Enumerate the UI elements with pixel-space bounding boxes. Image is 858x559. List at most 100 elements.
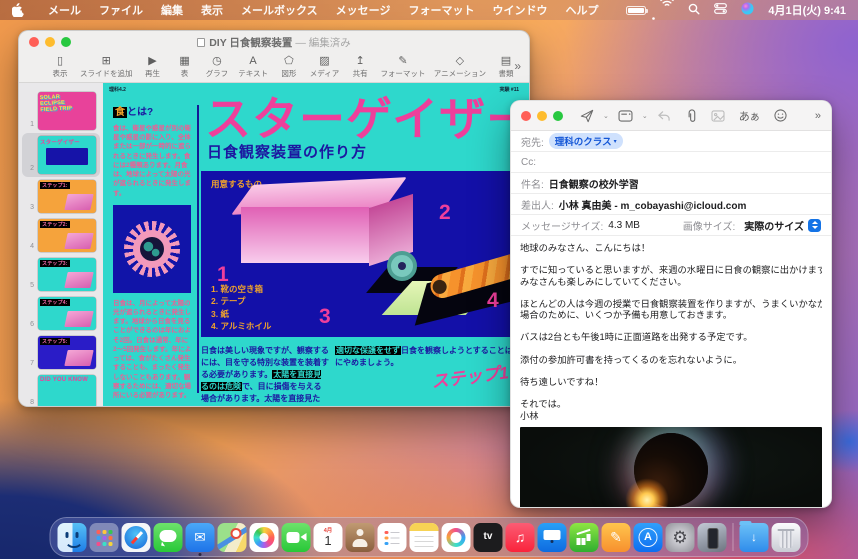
control-center-icon[interactable] [714,3,727,17]
dock-icon[interactable] [346,523,375,552]
image-size-value: 実際のサイズ [744,218,804,233]
send-button[interactable] [573,109,601,123]
toolbar-button[interactable]: ▨ メディア [306,55,343,79]
apple-menu[interactable] [12,3,25,17]
document-proxy-icon[interactable] [197,38,205,47]
toolbar-button[interactable]: ⊞ スライドを追加 [77,55,136,79]
toolbar-button[interactable]: A テキスト [234,55,272,79]
slide-thumbnail[interactable]: SOLAR ECLIPSE FIELD TRIP [38,92,96,130]
slide-thumbnail-row[interactable]: 3 ステップ1: [22,177,100,216]
slide-thumbnail-row[interactable]: 8 DID YOU KNOW [22,372,100,407]
dock-icon[interactable] [58,523,87,552]
attach-button[interactable] [678,109,704,123]
menu-item[interactable]: 編集 [152,2,192,18]
sun-illustration-panel[interactable] [113,205,191,293]
slide-thumbnail-row[interactable]: 5 ステップ3: [22,255,100,294]
dock-icon[interactable] [122,523,151,552]
message-body[interactable]: 地球のみなさん、こんにちは！すでに知っていると思いますが、来週の水曜日に日食の観… [511,236,831,422]
close-button[interactable] [521,111,531,121]
toolbar-button[interactable]: ↥ 共有 [345,55,375,79]
toolbar-button[interactable]: ⬠ 図形 [274,55,304,79]
dock-icon[interactable] [90,523,119,552]
menu-item[interactable]: フォーマット [399,2,483,18]
zoom-button[interactable] [553,111,563,121]
dock-icon[interactable] [250,523,279,552]
battery-icon[interactable] [626,6,646,15]
slide-thumbnail[interactable]: ステップ1: [38,180,96,213]
menu-item[interactable]: メールボックス [232,2,327,18]
toolbar-overflow-icon[interactable]: » [514,59,521,73]
siri-icon[interactable] [741,2,754,18]
dock-icon[interactable] [698,523,727,552]
slide-canvas[interactable]: 理科4.2 実験 #11 食とは? 食は、衛星や惑星が別の衛星や惑星の影に入り、… [103,83,529,407]
eclipse-definition-paragraph[interactable]: 食は、衛星や惑星が別の衛星や惑星の影に入り、全体または一部が一時的に遮られるとき… [113,124,193,198]
slide-title[interactable]: スターゲイザー [205,83,529,149]
dock-icon[interactable] [538,523,567,552]
dock-icon[interactable]: ✉ [186,523,215,552]
toolbar-button[interactable]: ✎ フォーマット [377,55,429,79]
slide-thumbnail[interactable]: ステップ2: [38,219,96,252]
menu-item[interactable]: ヘルプ [556,2,607,18]
dock-icon[interactable]: ⚙ [666,523,695,552]
dock-icon[interactable] [282,523,311,552]
slide-thumbnail[interactable]: ステップ4: [38,297,96,330]
slide-thumbnail-row[interactable]: 1 SOLAR ECLIPSE FIELD TRIP [22,89,100,133]
image-size-dropdown[interactable] [808,219,821,232]
dock-icon[interactable]: ✎ [602,523,631,552]
toolbar-button[interactable]: ◷ グラフ [202,55,233,79]
from-field-row[interactable]: 差出人: 小林 真由美 - m_cobayashi@icloud.com [511,194,831,215]
slide-thumbnail-row[interactable]: 2 スターゲイザー [22,133,100,177]
send-options-chevron[interactable]: ⌄ [601,112,611,120]
dock-icon[interactable] [570,523,599,552]
dock-icon[interactable] [218,523,247,552]
minimize-button[interactable] [537,111,547,121]
to-recipient-token[interactable]: 理科のクラス▾ [549,133,623,149]
slide-thumbnail[interactable]: DID YOU KNOW [38,375,96,407]
header-fields-chevron[interactable]: ⌄ [640,112,650,120]
format-button[interactable]: あぁ [732,108,767,124]
toolbar-more-icon[interactable]: » [815,110,821,122]
to-field-row[interactable]: 宛先: 理科のクラス▾ [511,131,831,152]
menu-item[interactable]: ウインドウ [483,2,556,18]
slide-thumbnail[interactable]: ステップ5: [38,336,96,369]
callout-number-4: 4 [487,289,499,313]
slide-thumbnail-row[interactable]: 7 ステップ5: [22,333,100,372]
cc-field-row[interactable]: Cc: [511,152,831,173]
materials-list-item: 4. アルミホイル [211,320,271,332]
dock-icon[interactable] [442,523,471,552]
emoji-button[interactable] [767,109,794,122]
menu-item[interactable]: メッセージ [327,2,400,18]
dock-icon[interactable]: A [634,523,663,552]
subject-field-row[interactable]: 件名: 日食観察の校外学習 [511,173,831,194]
header-fields-button[interactable] [611,110,640,122]
materials-panel[interactable]: 用意するもの 1 2 3 4 1. 靴の空き箱2. テープ3. 紙4. アル [201,171,529,337]
dock-icon[interactable]: 4月 1 [314,523,343,552]
slide-thumbnail[interactable]: ステップ3: [38,258,96,291]
menu-item[interactable]: メール [39,2,90,18]
dock-icon[interactable]: ♫ [506,523,535,552]
slide-subtitle[interactable]: 日食観察装置の作り方 [207,141,367,162]
toolbar-button[interactable]: ◇ アニメーション [431,55,489,79]
eclipse-attachment-image[interactable] [520,427,822,508]
eclipse-definition-heading[interactable]: 食とは? [113,103,193,118]
spotlight-icon[interactable] [688,3,700,18]
dock-icon[interactable] [378,523,407,552]
slide-thumbnail-row[interactable]: 4 ステップ2: [22,216,100,255]
toolbar-button[interactable]: ▯ 表示 [45,55,75,79]
toolbar-button[interactable]: ▦ 表 [170,55,200,79]
dock-icon[interactable] [154,523,183,552]
wifi-icon[interactable] [660,0,674,23]
solar-eclipse-paragraph[interactable]: 日食は、月によって太陽の光が遮られるときに発生します。地球から日食を見ることがで… [113,299,193,400]
slide-thumbnail[interactable]: スターゲイザー [38,136,96,174]
dock-icon[interactable]: tv [474,523,503,552]
menu-item[interactable]: ファイル [90,2,152,18]
menu-item[interactable]: 表示 [192,2,232,18]
menu-clock[interactable]: 4月1日(火) 9:41 [768,2,846,18]
slide-thumbnail-row[interactable]: 6 ステップ4: [22,294,100,333]
dock-icon[interactable] [740,523,769,552]
toolbar-button[interactable]: ▶ 再生 [138,55,168,79]
dock-icon[interactable] [410,523,439,552]
body-line [520,344,822,355]
warning-text-column-1[interactable]: 日食は美しい現象ですが、観察するには、目を守る特別な装置を装着する必要があります… [201,345,329,407]
dock-icon[interactable] [772,523,801,552]
